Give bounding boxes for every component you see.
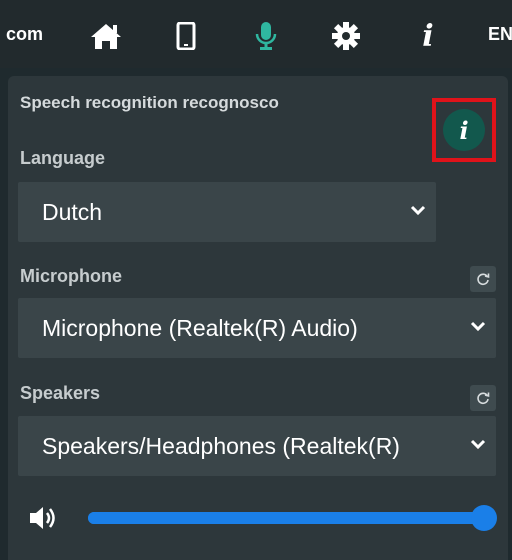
top-nav-bar: com i EN: [0, 0, 512, 68]
speakers-select-value: Speakers/Headphones (Realtek(R): [42, 432, 400, 459]
microphone-icon[interactable]: [248, 18, 284, 54]
refresh-icon: [477, 273, 490, 286]
speakers-label: Speakers: [20, 383, 101, 403]
info-icon[interactable]: i: [410, 18, 446, 54]
info-button-highlight: i: [432, 98, 496, 162]
speakers-refresh-button[interactable]: [470, 385, 496, 411]
chevron-down-icon: [470, 320, 486, 338]
chevron-down-icon: [470, 438, 486, 456]
phone-icon[interactable]: [168, 18, 204, 54]
volume-icon[interactable]: [28, 504, 60, 537]
speakers-select[interactable]: Speakers/Headphones (Realtek(R): [18, 416, 496, 476]
volume-slider-fill: [88, 512, 488, 524]
gear-icon[interactable]: [328, 18, 364, 54]
site-host-fragment: com: [6, 24, 44, 44]
microphone-select-value: Microphone (Realtek(R) Audio): [42, 314, 358, 341]
language-select[interactable]: Dutch: [18, 182, 436, 242]
volume-slider-thumb[interactable]: [471, 505, 497, 531]
microphone-refresh-button[interactable]: [470, 266, 496, 292]
home-icon[interactable]: [88, 18, 124, 54]
language-info-button[interactable]: i: [443, 109, 485, 151]
language-select-value: Dutch: [42, 198, 103, 225]
volume-slider[interactable]: [88, 505, 497, 531]
language-label: Language: [20, 148, 106, 168]
volume-row: [28, 500, 498, 536]
microphone-select[interactable]: Microphone (Realtek(R) Audio): [18, 298, 496, 358]
refresh-icon: [477, 392, 490, 405]
chevron-down-icon: [410, 204, 426, 222]
microphone-label: Microphone: [20, 266, 122, 286]
language-code[interactable]: EN: [488, 24, 512, 45]
panel-title: Speech recognition recognosco: [20, 93, 279, 112]
